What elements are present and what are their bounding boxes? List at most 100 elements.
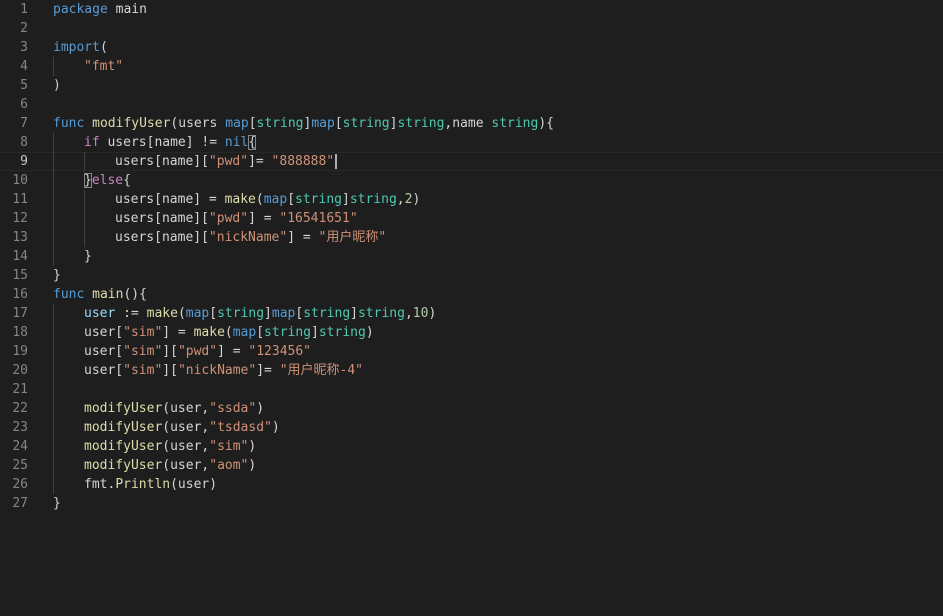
code-line[interactable]: 15} <box>0 266 943 285</box>
indent-guide <box>53 380 54 399</box>
line-number: 2 <box>20 21 28 36</box>
code-token: fmt. <box>84 477 116 492</box>
code-line[interactable]: 7 func modifyUser(users map[string]map[st… <box>0 114 943 133</box>
code-token: map <box>232 325 257 340</box>
line-number: 15 <box>12 268 28 283</box>
code-token: string <box>318 325 366 340</box>
line-number: 7 <box>20 116 28 131</box>
code-token: (user, <box>162 401 210 416</box>
code-token: ) <box>256 401 265 416</box>
code-editor[interactable]: 1 package main 2 3 import(4 "fmt" 5) 6 7 func mod… <box>0 0 943 616</box>
line-number: 17 <box>12 306 28 321</box>
code-token: ][ <box>162 344 178 359</box>
code-text: user["sim"]["nickName"]= "用户昵称-4" <box>84 361 363 380</box>
code-text: }else{ <box>84 171 131 190</box>
code-line[interactable]: 16 func main(){ <box>0 285 943 304</box>
code-token: "pwd" <box>208 154 249 169</box>
code-token: (user, <box>162 439 210 454</box>
code-line[interactable]: 4 "fmt" <box>0 57 943 76</box>
indent-guide <box>53 152 54 171</box>
code-line[interactable]: 13 users[name]["nickName"] = "用户昵称" <box>0 228 943 247</box>
code-token: string <box>295 192 342 207</box>
indent-guide <box>84 209 85 228</box>
code-token: [ <box>295 306 304 321</box>
indent-guide <box>53 228 54 247</box>
code-token: user[ <box>84 325 124 340</box>
line-number: 6 <box>20 97 28 112</box>
code-line[interactable]: 18 user["sim"] = make(map[string]string) <box>0 323 943 342</box>
line-number: 26 <box>12 477 28 492</box>
code-token: users <box>178 116 226 131</box>
code-token: package <box>53 2 108 17</box>
code-token: ( <box>99 40 108 55</box>
code-line[interactable]: 27} <box>0 494 943 513</box>
code-token: { <box>248 135 257 150</box>
code-text: modifyUser(user,"aom") <box>84 456 256 475</box>
code-line[interactable]: 12 users[name]["pwd"] = "16541651" <box>0 209 943 228</box>
code-text: users[name]["pwd"] = "16541651" <box>115 209 358 228</box>
code-line[interactable]: 24 modifyUser(user,"sim") <box>0 437 943 456</box>
code-token: Println <box>115 477 171 492</box>
code-token: map <box>271 306 296 321</box>
code-token: ,name <box>444 116 492 131</box>
code-token: ] <box>311 325 319 340</box>
code-line[interactable]: 14} <box>0 247 943 266</box>
code-line[interactable]: 3 import( <box>0 38 943 57</box>
line-number: 23 <box>12 420 28 435</box>
code-token: modifyUser <box>92 116 171 131</box>
code-line[interactable]: 2 <box>0 19 943 38</box>
code-line[interactable]: 26 fmt.Println(user) <box>0 475 943 494</box>
code-token: "sim" <box>123 344 163 359</box>
code-line[interactable]: 5) <box>0 76 943 95</box>
code-token: } <box>53 268 61 283</box>
code-token: "nickName" <box>208 230 288 245</box>
code-token: "pwd" <box>208 211 249 226</box>
line-number: 13 <box>12 230 28 245</box>
code-text: func modifyUser(users map[string]map[str… <box>53 114 554 133</box>
code-token: [ <box>334 116 343 131</box>
code-line[interactable]: 6 <box>0 95 943 114</box>
code-line[interactable]: 1 package main <box>0 0 943 19</box>
code-line[interactable]: 19 user["sim"]["pwd"] = "123456" <box>0 342 943 361</box>
code-line[interactable]: 17 user := make(map[string]map[string]str… <box>0 304 943 323</box>
line-number: 18 <box>12 325 28 340</box>
code-token: } <box>84 173 92 188</box>
code-line[interactable]: 9 users[name]["pwd"]= "888888" <box>0 152 943 171</box>
code-line[interactable]: 25 modifyUser(user,"aom") <box>0 456 943 475</box>
code-token: func <box>53 116 93 131</box>
code-token: [ <box>209 306 218 321</box>
code-text: fmt.Println(user) <box>84 475 217 494</box>
code-token: string <box>303 306 351 321</box>
code-line[interactable]: 22 modifyUser(user,"ssda") <box>0 399 943 418</box>
code-token: "16541651" <box>279 211 358 226</box>
code-token: modifyUser <box>84 401 163 416</box>
code-line[interactable]: 23 modifyUser(user,"tsdasd") <box>0 418 943 437</box>
code-line[interactable]: 8 if users[name] != nil{ <box>0 133 943 152</box>
code-token: ] <box>342 192 350 207</box>
code-token: := <box>115 306 147 321</box>
code-token: ) <box>412 192 421 207</box>
code-line[interactable]: 20 user["sim"]["nickName"]= "用户昵称-4" <box>0 361 943 380</box>
code-token: "ssda" <box>209 401 257 416</box>
code-token: "aom" <box>209 458 249 473</box>
line-number: 10 <box>12 173 28 188</box>
indent-guide <box>53 342 54 361</box>
code-token: modifyUser <box>84 420 163 435</box>
code-text: users[name]["pwd"]= "888888" <box>115 152 338 171</box>
code-line[interactable]: 11 users[name] = make(map[string]string,2… <box>0 190 943 209</box>
code-token: (user, <box>162 458 210 473</box>
code-token: , <box>404 306 413 321</box>
code-line[interactable]: 10 }else{ <box>0 171 943 190</box>
indent-guide <box>53 323 54 342</box>
code-token: ) <box>365 325 374 340</box>
code-token: "用户昵称-4" <box>279 363 364 378</box>
code-token: users[name][ <box>115 211 209 226</box>
code-text: import( <box>53 38 108 57</box>
code-line[interactable]: 21 <box>0 380 943 399</box>
line-number: 24 <box>12 439 28 454</box>
code-text: user["sim"]["pwd"] = "123456" <box>84 342 311 361</box>
code-token: nil <box>224 135 249 150</box>
code-token: } <box>84 249 92 264</box>
text-cursor <box>335 154 338 169</box>
code-token: ( <box>255 192 264 207</box>
